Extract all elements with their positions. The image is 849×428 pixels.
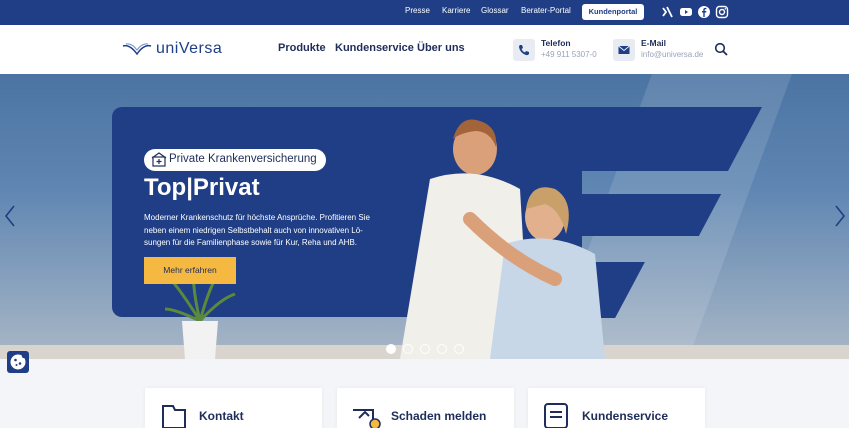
product-badge-label: Private Krankenversicherung (169, 153, 317, 165)
card-title: Schaden melden (391, 409, 487, 423)
youtube-icon[interactable] (679, 5, 693, 19)
slider-dot[interactable] (386, 344, 396, 354)
card-kundenservice[interactable]: Kundenservice (528, 388, 705, 428)
email-icon (618, 45, 630, 54)
email-icon-box[interactable] (613, 39, 635, 61)
phone-title: Telefon (541, 38, 571, 48)
customer-service-icon (544, 403, 568, 428)
nav-produkte[interactable]: Produkte (278, 42, 326, 54)
phone-icon (519, 45, 529, 56)
product-badge: Private Krankenversicherung (144, 149, 326, 171)
card-title: Kundenservice (582, 409, 669, 423)
cookie-settings-button[interactable] (7, 351, 29, 373)
karriere-link[interactable]: Karriere (442, 6, 470, 15)
presse-link[interactable]: Presse (405, 6, 430, 15)
main-header: uniVersa Produkte Kundenservice Über uns… (0, 25, 849, 74)
slider-next-arrow[interactable] (833, 204, 847, 228)
instagram-icon[interactable] (715, 5, 729, 19)
contact-icon (162, 405, 186, 428)
couple-photo (400, 119, 605, 359)
slider-dot[interactable] (420, 344, 430, 354)
berater-portal-link[interactable]: Berater-Portal (521, 6, 571, 15)
email-address[interactable]: info@universa.de (641, 50, 703, 59)
nav-kundenservice[interactable]: Kundenservice (335, 42, 414, 54)
logo-text: uniVersa (156, 40, 223, 57)
phone-number[interactable]: +49 911 5307-0 (541, 50, 597, 59)
card-schaden-melden[interactable]: Schaden melden (337, 388, 514, 428)
phone-icon-box[interactable] (513, 39, 535, 61)
slider-dot[interactable] (437, 344, 447, 354)
search-icon[interactable] (714, 42, 728, 56)
email-title: E-Mail (641, 38, 667, 48)
hero-description: Moderner Krankenschutz für höchste Anspr… (144, 213, 370, 247)
facebook-icon[interactable] (697, 5, 711, 19)
slider-prev-arrow[interactable] (3, 204, 17, 228)
mehr-erfahren-button[interactable]: Mehr erfahren (144, 257, 236, 284)
cookie-icon (10, 353, 27, 370)
xing-icon[interactable] (661, 5, 675, 19)
kundenportal-button[interactable]: Kundenportal (582, 4, 644, 20)
health-icon (151, 152, 167, 167)
universa-wave-icon (122, 43, 152, 56)
damage-report-icon (353, 409, 381, 428)
top-bar: Presse Karriere Glossar Berater-Portal K… (0, 0, 849, 25)
card-kontakt[interactable]: Kontakt (145, 388, 322, 428)
nav-ueber-uns[interactable]: Über uns (417, 42, 465, 54)
hero-slider: Private Krankenversicherung Top|Privat M… (0, 74, 849, 359)
hero-title: Top|Privat (144, 174, 260, 201)
slider-dot[interactable] (403, 344, 413, 354)
card-title: Kontakt (199, 409, 244, 423)
slider-dot[interactable] (454, 344, 464, 354)
glossar-link[interactable]: Glossar (481, 6, 509, 15)
